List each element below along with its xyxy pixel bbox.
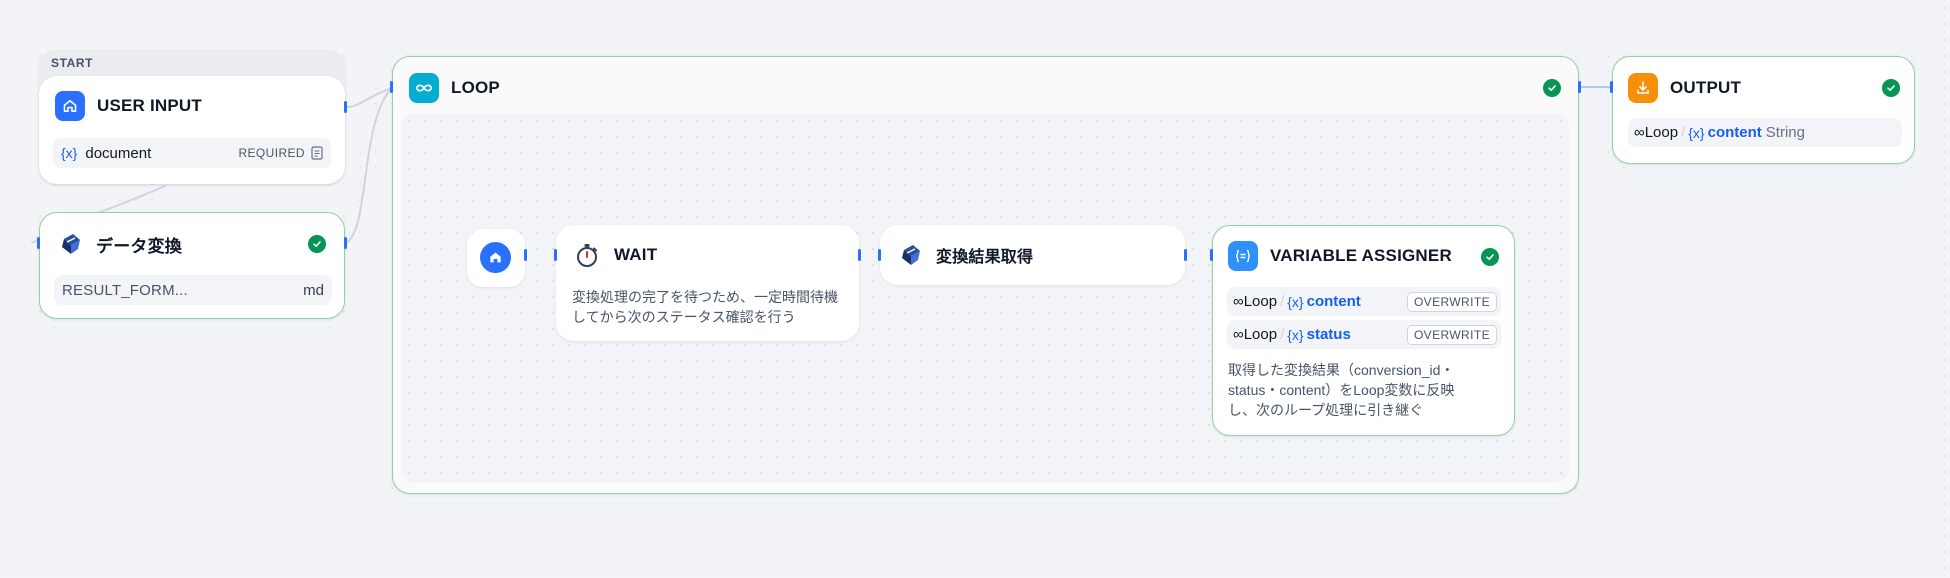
loop-scope-label: Loop — [1243, 293, 1278, 310]
loop-scope-label: Loop — [1644, 124, 1679, 141]
assigner-input-port[interactable] — [1210, 249, 1213, 261]
check-circle-icon — [1882, 79, 1900, 97]
variable-type: String — [1765, 124, 1805, 141]
overwrite-tag: OVERWRITE — [1406, 291, 1497, 312]
loop-output-port[interactable] — [1578, 81, 1581, 93]
plugin-icon — [896, 240, 926, 270]
user-input-card[interactable]: USER INPUT {x} document REQUIRED — [39, 76, 345, 184]
path-separator: / — [1280, 293, 1285, 310]
wait-description-line: してから次のステータス確認を行う — [572, 309, 796, 325]
variable-icon: {x} — [1287, 293, 1304, 310]
check-circle-icon — [1481, 248, 1499, 266]
result-format-row[interactable]: RESULT_FORM... md — [54, 275, 332, 305]
loop-input-port[interactable] — [390, 81, 393, 93]
fetch-result-title: 変換結果取得 — [936, 249, 1034, 266]
variable-name: document — [85, 144, 152, 162]
fetch-result-node[interactable]: 変換結果取得 — [880, 225, 1185, 285]
home-icon — [55, 91, 85, 121]
wait-node[interactable]: WAIT 変換処理の完了を待つため、一定時間待機 してから次のステータス確認を行… — [556, 225, 859, 341]
variable-assigner-icon — [1228, 241, 1258, 271]
data-convert-input-port[interactable] — [37, 237, 40, 249]
output-node[interactable]: OUTPUT ∞ Loop / {x} content String — [1612, 56, 1915, 164]
variable-name: content — [1707, 124, 1762, 141]
wait-input-port[interactable] — [554, 249, 557, 261]
path-separator: / — [1280, 326, 1285, 343]
output-input-port[interactable] — [1610, 81, 1613, 93]
infinity-icon: ∞ — [1233, 326, 1244, 343]
field-name: RESULT_FORM... — [62, 281, 188, 299]
path-separator: / — [1681, 124, 1686, 141]
wait-description-line: 変換処理の完了を待つため、一定時間待機 — [572, 289, 838, 305]
variable-assigner-node[interactable]: VARIABLE ASSIGNER ∞ Loop / {x} content O… — [1212, 225, 1515, 436]
infinity-icon — [409, 73, 439, 103]
assigner-description-line: し、次のループ処理に引き継ぐ — [1228, 402, 1424, 418]
assigner-row-content[interactable]: ∞ Loop / {x} content OVERWRITE — [1227, 287, 1501, 316]
assigner-row-status[interactable]: ∞ Loop / {x} status OVERWRITE — [1227, 320, 1501, 349]
variable-icon: {x} — [1287, 326, 1304, 343]
home-icon — [480, 242, 511, 273]
document-icon — [311, 146, 323, 160]
start-variable-row[interactable]: {x} document REQUIRED — [53, 138, 331, 168]
variable-name: content — [1306, 293, 1361, 310]
required-label: REQUIRED — [238, 146, 305, 160]
loop-scope-label: Loop — [1243, 326, 1278, 343]
data-convert-title: データ変換 — [96, 236, 182, 256]
field-value: md — [303, 281, 324, 299]
infinity-icon: ∞ — [1634, 124, 1645, 141]
data-convert-node[interactable]: データ変換 RESULT_FORM... md — [39, 212, 345, 319]
fetch-output-port[interactable] — [1184, 249, 1187, 261]
output-variable-row[interactable]: ∞ Loop / {x} content String — [1628, 118, 1902, 147]
overwrite-tag: OVERWRITE — [1406, 324, 1497, 345]
output-title: OUTPUT — [1670, 78, 1742, 97]
start-node-title: USER INPUT — [97, 96, 202, 115]
data-convert-output-port[interactable] — [344, 237, 347, 249]
assigner-description-line: status・content）をLoop変数に反映 — [1228, 382, 1455, 398]
assigner-description-line: 取得した変換結果（conversion_id・ — [1228, 362, 1455, 378]
assigner-description: 取得した変換結果（conversion_id・ status・content）を… — [1228, 360, 1454, 420]
check-circle-icon — [1543, 79, 1561, 97]
variable-icon: {x} — [1688, 124, 1705, 141]
variable-assigner-title: VARIABLE ASSIGNER — [1270, 246, 1452, 265]
wait-title: WAIT — [614, 245, 658, 264]
plugin-icon — [56, 229, 86, 259]
variable-name: status — [1306, 326, 1351, 343]
variable-icon: {x} — [61, 145, 78, 161]
start-caption: START — [51, 56, 94, 70]
infinity-icon: ∞ — [1233, 293, 1244, 310]
start-output-port[interactable] — [344, 101, 347, 113]
start-node[interactable]: START USER INPUT {x} document REQUIRED — [39, 50, 345, 184]
loop-start-output-port[interactable] — [524, 249, 527, 261]
check-circle-icon — [308, 235, 326, 253]
loop-start-node[interactable] — [467, 229, 525, 287]
output-icon — [1628, 73, 1658, 103]
fetch-input-port[interactable] — [878, 249, 881, 261]
wait-description: 変換処理の完了を待つため、一定時間待機 してから次のステータス確認を行う — [572, 287, 838, 327]
stopwatch-icon — [572, 240, 602, 270]
wait-output-port[interactable] — [858, 249, 861, 261]
loop-title: LOOP — [451, 78, 500, 97]
